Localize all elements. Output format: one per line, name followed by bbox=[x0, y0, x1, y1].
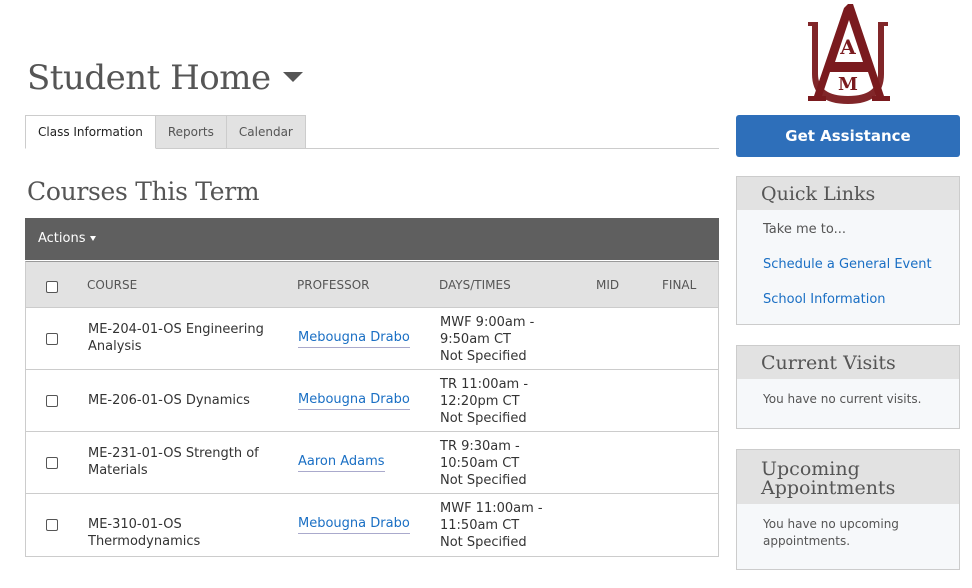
schedule: MWF 11:00am - 11:50am CT bbox=[440, 501, 543, 533]
row-checkbox[interactable] bbox=[46, 457, 58, 469]
row-checkbox[interactable] bbox=[46, 333, 58, 345]
days-times: TR 11:00am - 12:20pm CT Not Specified bbox=[440, 376, 580, 427]
course-name: ME-310-01-OS Thermodynamics bbox=[88, 517, 201, 549]
current-visits-title: Current Visits bbox=[737, 346, 959, 379]
actions-label: Actions bbox=[38, 231, 86, 246]
location: Not Specified bbox=[440, 473, 527, 488]
caret-down-icon bbox=[89, 236, 96, 241]
course-name: ME-231-01-OS Strength of Materials bbox=[88, 446, 259, 478]
table-header: COURSE PROFESSOR DAYS/TIMES MID FINAL bbox=[26, 262, 718, 308]
professor-link[interactable]: Mebougna Drabo bbox=[298, 392, 410, 410]
upcoming-appointments-panel: Upcoming Appointments You have no upcomi… bbox=[736, 449, 960, 570]
tab-bar: Class Information Reports Calendar bbox=[25, 115, 719, 149]
days-times: TR 9:30am - 10:50am CT Not Specified bbox=[440, 438, 580, 489]
schedule: TR 11:00am - 12:20pm CT bbox=[440, 377, 529, 409]
tab-reports[interactable]: Reports bbox=[155, 115, 227, 149]
link-school-information[interactable]: School Information bbox=[763, 291, 933, 308]
column-header-final[interactable]: FINAL bbox=[662, 278, 696, 292]
days-times: MWF 11:00am - 11:50am CT Not Specified bbox=[440, 500, 580, 551]
days-times: MWF 9:00am - 9:50am CT Not Specified bbox=[440, 314, 580, 365]
column-header-professor[interactable]: PROFESSOR bbox=[297, 278, 370, 292]
select-all-checkbox[interactable] bbox=[46, 281, 58, 293]
schedule: TR 9:30am - 10:50am CT bbox=[440, 439, 520, 471]
page-menu-caret-icon[interactable] bbox=[283, 72, 303, 82]
quick-links-panel: Quick Links Take me to... Schedule a Gen… bbox=[736, 176, 960, 325]
column-header-mid[interactable]: MID bbox=[596, 278, 619, 292]
link-schedule-general-event[interactable]: Schedule a General Event bbox=[763, 256, 933, 273]
svg-text:M: M bbox=[838, 74, 858, 95]
schedule: MWF 9:00am - 9:50am CT bbox=[440, 315, 535, 347]
tab-class-information[interactable]: Class Information bbox=[25, 115, 156, 149]
university-logo-icon: A M bbox=[808, 4, 890, 104]
location: Not Specified bbox=[440, 411, 527, 426]
courses-table: COURSE PROFESSOR DAYS/TIMES MID FINAL ME… bbox=[25, 261, 719, 557]
professor-link[interactable]: Aaron Adams bbox=[298, 454, 385, 472]
table-row: ME-310-01-OS Thermodynamics Mebougna Dra… bbox=[26, 494, 718, 556]
courses-section-title: Courses This Term bbox=[27, 177, 260, 206]
professor-link[interactable]: Mebougna Drabo bbox=[298, 516, 410, 534]
row-checkbox[interactable] bbox=[46, 519, 58, 531]
tab-calendar[interactable]: Calendar bbox=[226, 115, 306, 149]
table-row: ME-231-01-OS Strength of Materials Aaron… bbox=[26, 432, 718, 494]
table-row: ME-206-01-OS Dynamics Mebougna Drabo TR … bbox=[26, 370, 718, 432]
row-checkbox[interactable] bbox=[46, 395, 58, 407]
page-title: Student Home bbox=[27, 58, 271, 98]
actions-bar: Actions bbox=[25, 218, 719, 260]
table-row: ME-204-01-OS Engineering Analysis Meboug… bbox=[26, 308, 718, 370]
course-name: ME-206-01-OS Dynamics bbox=[88, 393, 250, 408]
upcoming-appointments-text: You have no upcoming appointments. bbox=[763, 517, 899, 548]
quick-links-title: Quick Links bbox=[737, 177, 959, 210]
current-visits-panel: Current Visits You have no current visit… bbox=[736, 345, 960, 429]
actions-dropdown[interactable]: Actions bbox=[38, 231, 96, 246]
quick-links-intro: Take me to... bbox=[763, 222, 846, 237]
upcoming-appointments-title: Upcoming Appointments bbox=[737, 450, 959, 504]
professor-link[interactable]: Mebougna Drabo bbox=[298, 330, 410, 348]
current-visits-text: You have no current visits. bbox=[763, 392, 922, 406]
svg-text:A: A bbox=[839, 35, 856, 59]
location: Not Specified bbox=[440, 349, 527, 364]
get-assistance-button[interactable]: Get Assistance bbox=[736, 115, 960, 157]
column-header-days-times[interactable]: DAYS/TIMES bbox=[439, 278, 511, 292]
location: Not Specified bbox=[440, 535, 527, 550]
column-header-course[interactable]: COURSE bbox=[87, 278, 137, 292]
course-name: ME-204-01-OS Engineering Analysis bbox=[88, 322, 264, 354]
